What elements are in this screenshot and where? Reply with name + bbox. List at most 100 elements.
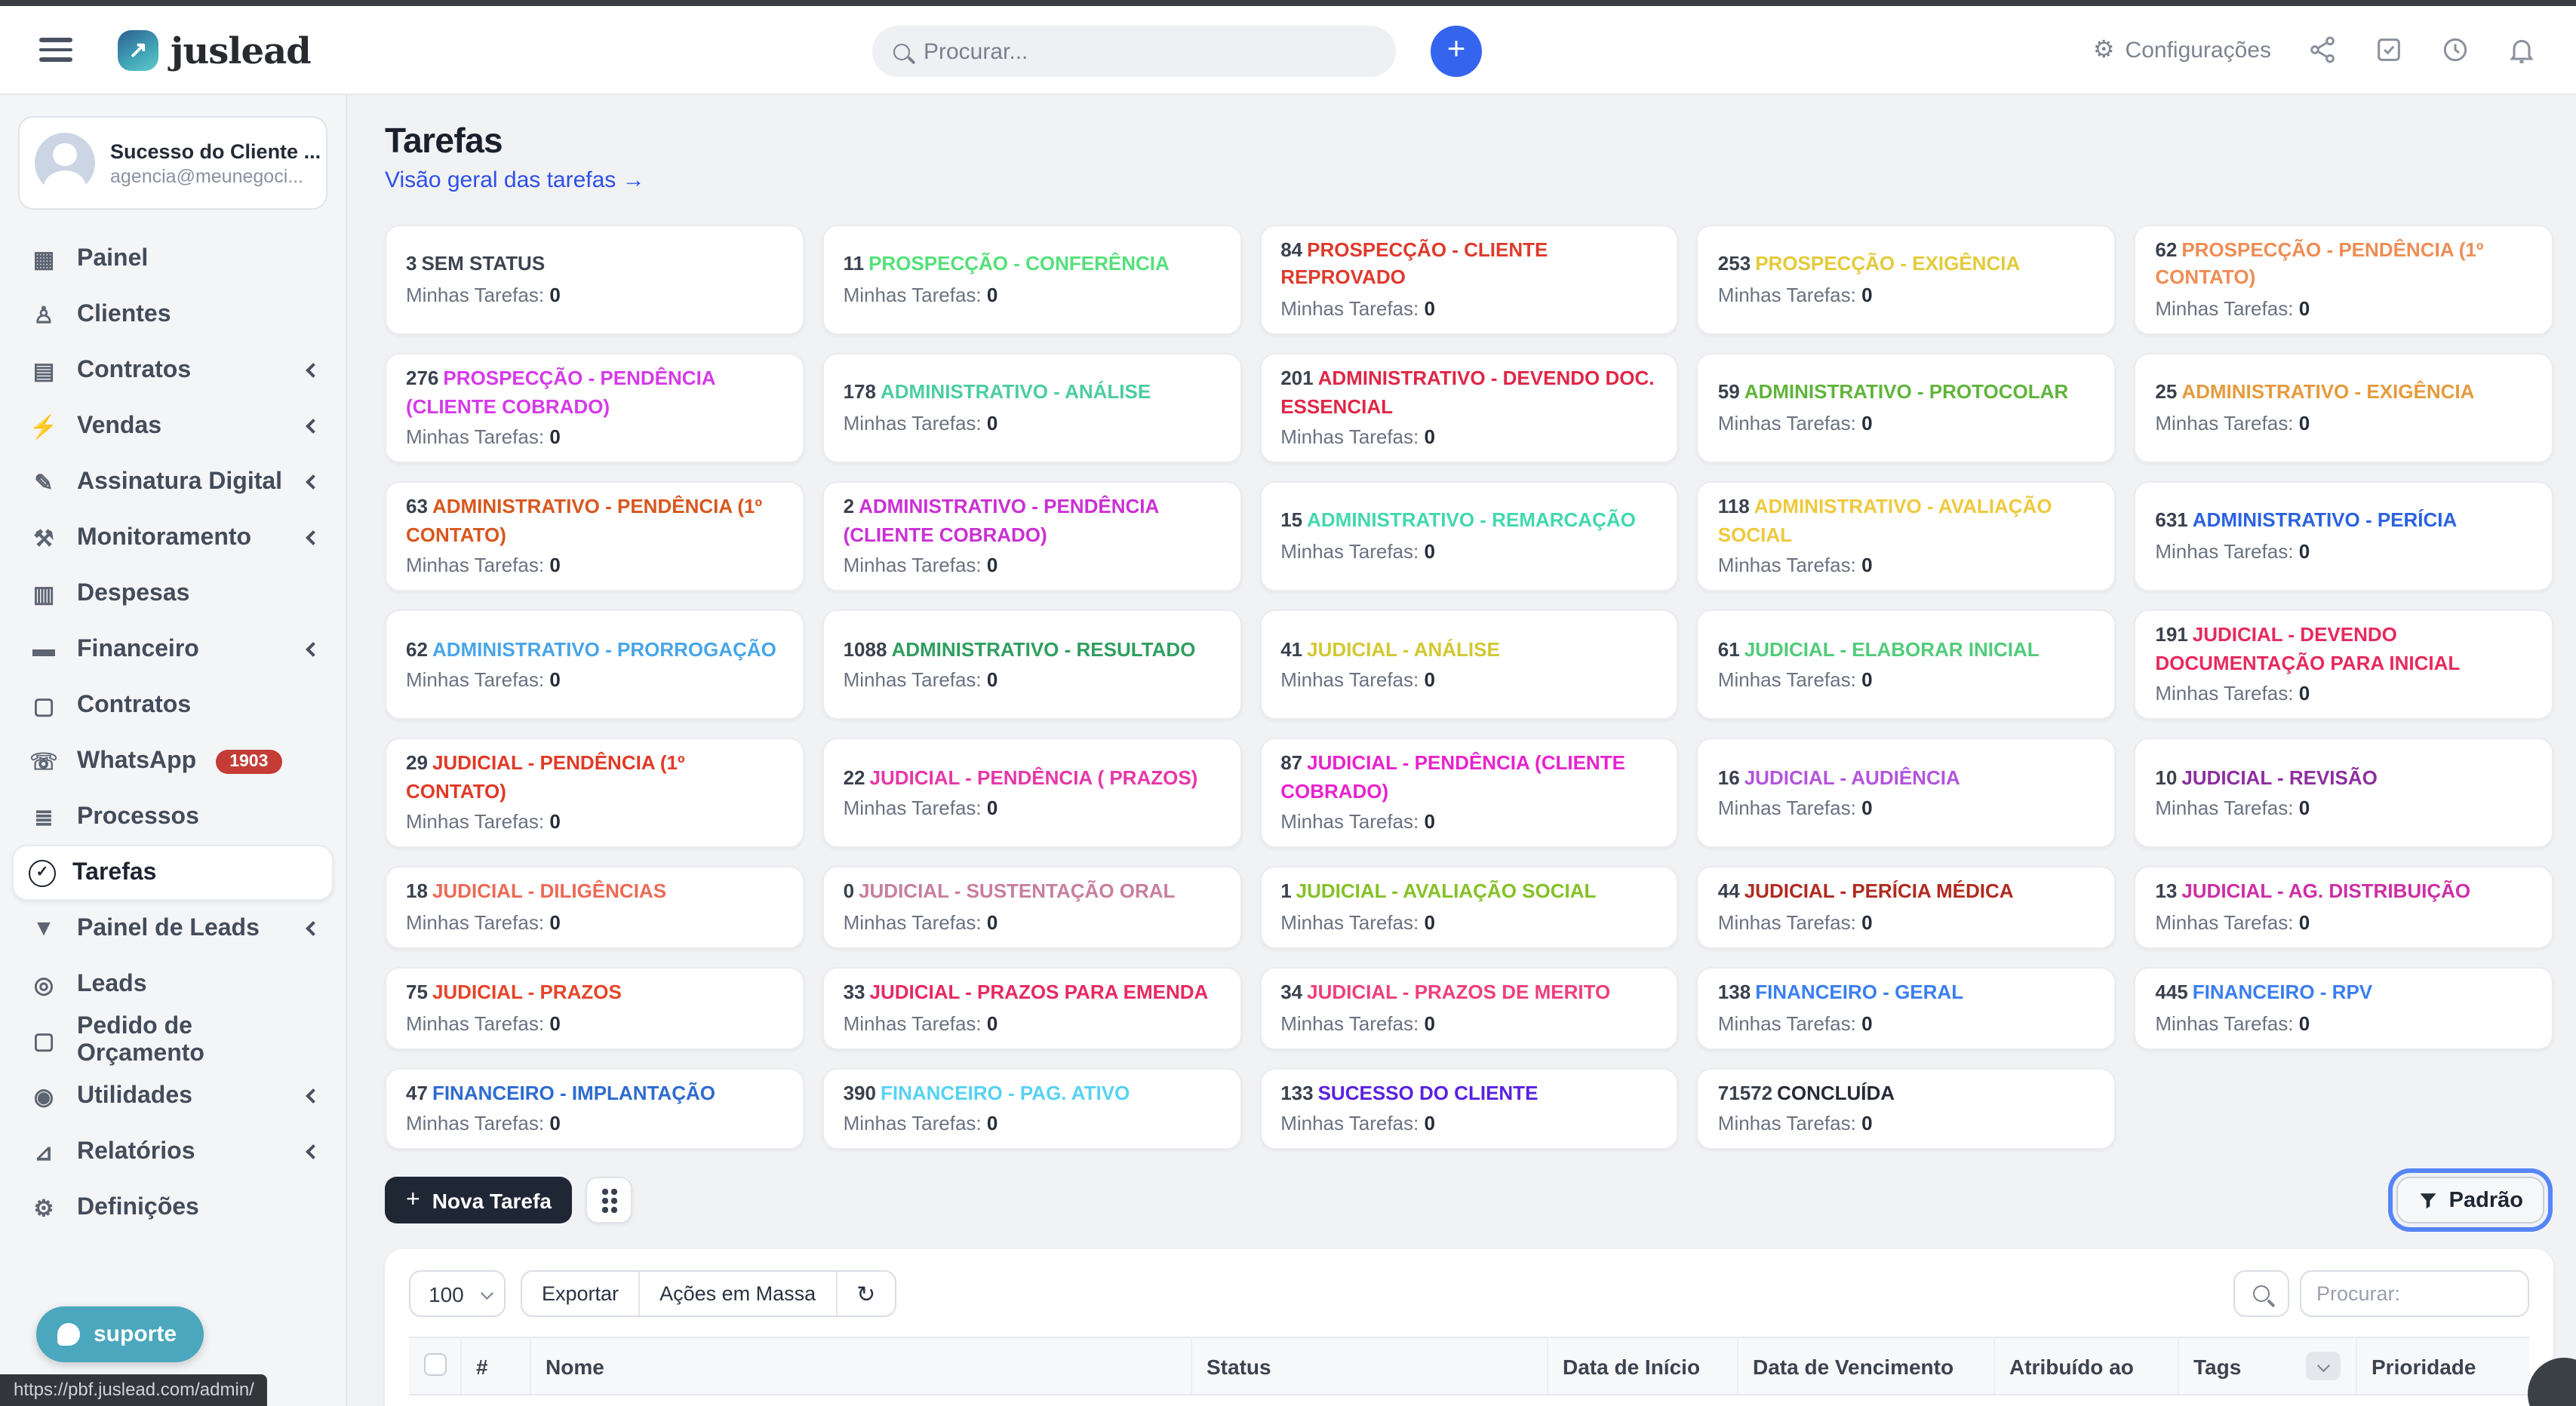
refresh-icon: ↻ xyxy=(856,1282,876,1308)
sidebar-item-contratos[interactable]: ▤ Contratos xyxy=(0,342,346,398)
status-card[interactable]: 61 JUDICIAL - ELABORAR INICIAL Minhas Tar… xyxy=(1696,609,2116,720)
sidebar-item-vendas[interactable]: ⚡ Vendas xyxy=(0,398,346,454)
my-tasks-label: Minhas Tarefas: xyxy=(1717,411,1856,434)
my-tasks-label: Minhas Tarefas: xyxy=(2155,910,2294,934)
status-card[interactable]: 22 JUDICIAL - PENDÊNCIA ( PRAZOS) Minhas … xyxy=(822,738,1242,849)
hamburger-menu-icon[interactable] xyxy=(39,38,72,62)
column-priority[interactable]: Prioridade xyxy=(2356,1337,2529,1396)
sidebar-item-utilidades[interactable]: ◉ Utilidades xyxy=(0,1068,346,1124)
column-id[interactable]: # xyxy=(460,1337,530,1396)
sidebar-item-financeiro[interactable]: ▬ Financeiro xyxy=(0,622,346,677)
status-card[interactable]: 15 ADMINISTRATIVO - REMARCAÇÃO Minhas Tar… xyxy=(1259,481,1679,592)
quick-add-button[interactable]: + xyxy=(1431,26,1482,77)
sidebar-item-processos[interactable]: ≣ Processos xyxy=(0,789,346,845)
status-card[interactable]: 25 ADMINISTRATIVO - EXIGÊNCIA Minhas Tare… xyxy=(2134,353,2553,464)
status-card[interactable]: 33 JUDICIAL - PRAZOS PARA EMENDA Minhas T… xyxy=(822,967,1242,1050)
status-card[interactable]: 13 JUDICIAL - AG. DISTRIBUIÇÃO Minhas Tar… xyxy=(2134,866,2553,950)
status-card[interactable]: 133 SUCESSO DO CLIENTE Minhas Tarefas: 0 xyxy=(1259,1067,1679,1150)
status-card[interactable]: 1 JUDICIAL - AVALIAÇÃO SOCIAL Minhas Tare… xyxy=(1259,866,1679,950)
table-search-button[interactable] xyxy=(2233,1270,2289,1318)
table-search-input[interactable] xyxy=(2300,1270,2529,1318)
status-card[interactable]: 191 JUDICIAL - DEVENDO DOCUMENTAÇÃO PARA … xyxy=(2134,609,2553,720)
settings-button[interactable]: ⚙ Configurações xyxy=(2093,35,2271,65)
status-count: 47 xyxy=(406,1081,428,1104)
my-tasks-label: Minhas Tarefas: xyxy=(2155,682,2294,705)
status-card[interactable]: 75 JUDICIAL - PRAZOS Minhas Tarefas: 0 xyxy=(385,967,804,1050)
share-icon[interactable] xyxy=(2307,35,2338,65)
column-due-date[interactable]: Data de Vencimento xyxy=(1737,1337,1994,1396)
bell-icon[interactable] xyxy=(2507,35,2537,65)
my-tasks-label: Minhas Tarefas: xyxy=(2155,539,2294,563)
status-card[interactable]: 29 JUDICIAL - PENDÊNCIA (1º CONTATO) Minh… xyxy=(385,738,804,849)
sidebar-item-despesas[interactable]: ▥ Despesas xyxy=(0,566,346,622)
page-size-select[interactable]: 100 xyxy=(409,1270,506,1318)
status-card[interactable]: 47 FINANCEIRO - IMPLANTAÇÃO Minhas Tarefa… xyxy=(385,1067,804,1150)
status-card[interactable]: 138 FINANCEIRO - GERAL Minhas Tarefas: 0 xyxy=(1696,967,2116,1050)
sidebar-item-clientes[interactable]: ♙ Clientes xyxy=(0,287,346,342)
column-start-date[interactable]: Data de Início xyxy=(1547,1337,1738,1396)
sidebar-item-whatsapp[interactable]: ☏ WhatsApp 1903 xyxy=(0,733,346,789)
filter-default-button[interactable]: Padrão xyxy=(2396,1177,2544,1224)
global-search-input[interactable]: Procurar... xyxy=(872,26,1396,77)
sidebar-item-painel-de-leads[interactable]: ▼ Painel de Leads xyxy=(0,901,346,956)
sidebar-item-contratos-2[interactable]: ▢ Contratos xyxy=(0,677,346,733)
sidebar-item-painel[interactable]: ▦ Painel xyxy=(0,231,346,287)
status-card[interactable]: 16 JUDICIAL - AUDIÊNCIA Minhas Tarefas: 0 xyxy=(1696,738,2116,849)
status-card[interactable]: 0 JUDICIAL - SUSTENTAÇÃO ORAL Minhas Tare… xyxy=(822,866,1242,950)
status-card[interactable]: 18 JUDICIAL - DILIGÊNCIAS Minhas Tarefas:… xyxy=(385,866,804,950)
status-card[interactable]: 84 PROSPECÇÃO - CLIENTE REPROVADO Minhas … xyxy=(1259,225,1679,336)
new-task-button[interactable]: + Nova Tarefa xyxy=(385,1177,573,1224)
status-card[interactable]: 41 JUDICIAL - ANÁLISE Minhas Tarefas: 0 xyxy=(1259,609,1679,720)
status-card[interactable]: 44 JUDICIAL - PERÍCIA MÉDICA Minhas Taref… xyxy=(1696,866,2116,950)
user-profile-card[interactable]: Sucesso do Cliente ... agencia@meunegoci… xyxy=(18,116,327,210)
browser-chrome-strip xyxy=(0,0,2576,6)
status-card[interactable]: 631 ADMINISTRATIVO - PERÍCIA Minhas Taref… xyxy=(2134,481,2553,592)
column-assigned[interactable]: Atribuído ao xyxy=(1993,1337,2178,1396)
sidebar-item-definicoes[interactable]: ⚙ Definições xyxy=(0,1180,346,1236)
export-button[interactable]: Exportar xyxy=(522,1272,639,1316)
status-card[interactable]: 118 ADMINISTRATIVO - AVALIAÇÃO SOCIAL Min… xyxy=(1696,481,2116,592)
sidebar-item-label: Definições xyxy=(77,1194,199,1220)
support-button[interactable]: suporte xyxy=(36,1306,204,1362)
sidebar-item-label: Leads xyxy=(77,971,147,996)
my-tasks-value: 0 xyxy=(1861,554,1873,577)
tags-filter-dropdown[interactable] xyxy=(2305,1352,2340,1381)
sidebar-item-relatorios[interactable]: ⊿ Relatórios xyxy=(0,1124,346,1180)
sidebar-item-monitoramento[interactable]: ⚒ Monitoramento xyxy=(0,510,346,566)
tasks-check-icon[interactable] xyxy=(2374,35,2404,65)
status-card[interactable]: 62 ADMINISTRATIVO - PRORROGAÇÃO Minhas Ta… xyxy=(385,609,804,720)
column-status[interactable]: Status xyxy=(1191,1337,1548,1396)
status-card[interactable]: 71572 CONCLUÍDA Minhas Tarefas: 0 xyxy=(1696,1067,2116,1150)
status-card[interactable]: 1088 ADMINISTRATIVO - RESULTADO Minhas Ta… xyxy=(822,609,1242,720)
status-count: 18 xyxy=(406,880,428,903)
refresh-button[interactable]: ↻ xyxy=(835,1272,896,1316)
status-card[interactable]: 178 ADMINISTRATIVO - ANÁLISE Minhas Taref… xyxy=(822,353,1242,464)
bulk-actions-button[interactable]: Ações em Massa xyxy=(638,1272,836,1316)
status-card[interactable]: 87 JUDICIAL - PENDÊNCIA (CLIENTE COBRADO)… xyxy=(1259,738,1679,849)
status-card[interactable]: 59 ADMINISTRATIVO - PROTOCOLAR Minhas Tar… xyxy=(1696,353,2116,464)
brand-logo[interactable]: ↗ juslead xyxy=(118,28,312,72)
status-card[interactable]: 390 FINANCEIRO - PAG. ATIVO Minhas Tarefa… xyxy=(822,1067,1242,1150)
sidebar-item-leads[interactable]: ◎ Leads xyxy=(0,956,346,1012)
status-card[interactable]: 34 JUDICIAL - PRAZOS DE MERITO Minhas Tar… xyxy=(1259,967,1679,1050)
sidebar-item-pedido-de-orcamento[interactable]: ▢ Pedido de Orçamento xyxy=(0,1012,346,1068)
column-name[interactable]: Nome xyxy=(530,1337,1191,1396)
view-layout-button[interactable] xyxy=(586,1177,633,1224)
status-card[interactable]: 445 FINANCEIRO - RPV Minhas Tarefas: 0 xyxy=(2134,967,2553,1050)
tasks-overview-link[interactable]: Visão geral das tarefas → xyxy=(385,167,645,193)
status-card[interactable]: 11 PROSPECÇÃO - CONFERÊNCIA Minhas Tarefa… xyxy=(822,225,1242,336)
status-card[interactable]: 62 PROSPECÇÃO - PENDÊNCIA (1º CONTATO) Mi… xyxy=(2134,225,2553,336)
column-tags[interactable]: Tags xyxy=(2178,1337,2356,1396)
status-card[interactable]: 3 SEM STATUS Minhas Tarefas: 0 xyxy=(385,225,804,336)
status-card[interactable]: 201 ADMINISTRATIVO - DEVENDO DOC. ESSENCI… xyxy=(1259,353,1679,464)
sidebar-item-tarefas[interactable]: ✓ Tarefas xyxy=(12,845,334,901)
status-card[interactable]: 276 PROSPECÇÃO - PENDÊNCIA (CLIENTE COBRA… xyxy=(385,353,804,464)
select-all-checkbox[interactable] xyxy=(424,1352,447,1376)
status-card[interactable]: 2 ADMINISTRATIVO - PENDÊNCIA (CLIENTE COB… xyxy=(822,481,1242,592)
sidebar-item-assinatura-digital[interactable]: ✎ Assinatura Digital xyxy=(0,454,346,510)
clock-icon[interactable] xyxy=(2440,35,2470,65)
status-card[interactable]: 63 ADMINISTRATIVO - PENDÊNCIA (1º CONTATO… xyxy=(385,481,804,592)
status-card[interactable]: 10 JUDICIAL - REVISÃO Minhas Tarefas: 0 xyxy=(2134,738,2553,849)
table-row[interactable]: 65825 Benefício Concedido FINANCEIRO - I… xyxy=(409,1395,2529,1406)
status-card[interactable]: 253 PROSPECÇÃO - EXIGÊNCIA Minhas Tarefas… xyxy=(1696,225,2116,336)
